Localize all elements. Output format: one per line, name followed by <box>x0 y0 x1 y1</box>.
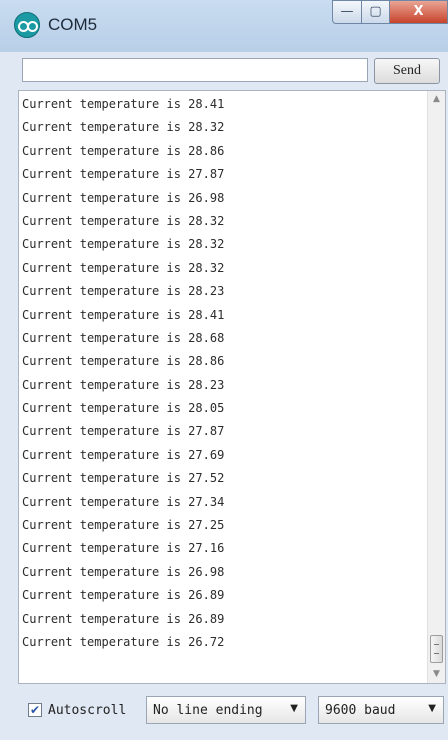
output-line: Current temperature is 28.86 <box>22 354 225 369</box>
output-line: Current temperature is 26.89 <box>22 611 225 626</box>
output-line: Current temperature is 28.32 <box>22 260 225 275</box>
output-line: Current temperature is 27.69 <box>22 447 225 462</box>
chevron-down-icon: ▼ <box>290 703 298 714</box>
output-line: Current temperature is 28.32 <box>22 213 225 228</box>
output-line: Current temperature is 27.87 <box>22 424 225 439</box>
status-bar: ✔ Autoscroll No line ending ▼ 9600 baud … <box>0 688 448 740</box>
scrollbar-thumb[interactable] <box>430 635 443 663</box>
serial-output[interactable]: Current temperature is 28.41 Current temp… <box>18 90 446 684</box>
output-line: Current temperature is 28.32 <box>22 120 225 135</box>
output-line: Current temperature is 26.89 <box>22 588 225 603</box>
output-line: Current temperature is 28.41 <box>22 307 225 322</box>
vertical-scrollbar[interactable]: ▲ ▼ <box>427 91 445 683</box>
output-line: Current temperature is 26.98 <box>22 564 225 579</box>
title-bar[interactable]: COM5 — ▢ X <box>0 0 448 52</box>
baud-rate-select[interactable]: 9600 baud ▼ <box>318 696 444 724</box>
autoscroll-label: Autoscroll <box>48 703 127 718</box>
arduino-logo-icon <box>14 12 40 38</box>
autoscroll-checkbox[interactable]: ✔ <box>28 703 42 717</box>
output-line: Current temperature is 28.41 <box>22 97 225 111</box>
send-input[interactable] <box>22 58 368 82</box>
output-line: Current temperature is 27.16 <box>22 541 225 556</box>
output-line: Current temperature is 26.98 <box>22 190 225 205</box>
output-line: Current temperature is 28.23 <box>22 377 225 392</box>
output-line: Current temperature is 28.68 <box>22 330 225 345</box>
serial-monitor-window: COM5 — ▢ X Send Current temperature is 2… <box>0 0 448 740</box>
line-ending-value: No line ending <box>153 703 263 718</box>
window-controls: — ▢ X <box>332 0 448 28</box>
scroll-up-icon[interactable]: ▲ <box>428 91 445 108</box>
output-line: Current temperature is 27.87 <box>22 167 225 182</box>
output-line: Current temperature is 28.05 <box>22 401 225 416</box>
output-line: Current temperature is 28.32 <box>22 237 225 252</box>
output-line: Current temperature is 27.25 <box>22 518 225 533</box>
output-line: Current temperature is 26.72 <box>22 634 225 649</box>
scroll-down-icon[interactable]: ▼ <box>428 666 445 683</box>
minimize-button[interactable]: — <box>332 0 362 24</box>
maximize-button[interactable]: ▢ <box>362 0 390 24</box>
output-line: Current temperature is 27.52 <box>22 471 225 486</box>
send-button[interactable]: Send <box>374 58 440 84</box>
output-line: Current temperature is 28.23 <box>22 284 225 299</box>
output-line: Current temperature is 27.34 <box>22 494 225 509</box>
window-title: COM5 <box>48 15 98 34</box>
close-button[interactable]: X <box>390 0 448 24</box>
send-row: Send <box>10 54 446 88</box>
chevron-down-icon: ▼ <box>428 703 436 714</box>
output-lines: Current temperature is 28.41 Current temp… <box>22 93 224 654</box>
baud-rate-value: 9600 baud <box>325 703 396 718</box>
line-ending-select[interactable]: No line ending ▼ <box>146 696 306 724</box>
output-line: Current temperature is 28.86 <box>22 143 225 158</box>
